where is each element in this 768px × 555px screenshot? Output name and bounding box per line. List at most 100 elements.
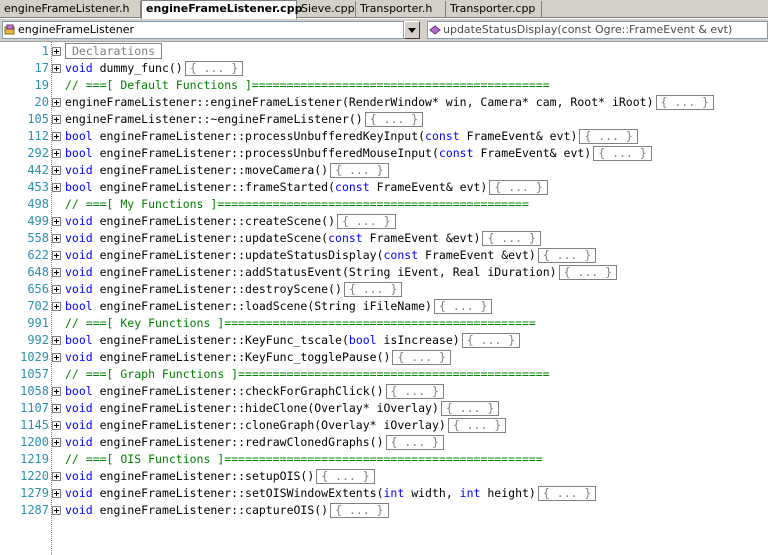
keyword: void	[65, 418, 93, 432]
keyword: const	[425, 129, 460, 143]
collapsed-block[interactable]: { ... }	[392, 350, 451, 365]
line-number: 558	[27, 231, 49, 245]
expand-outline-icon[interactable]	[52, 251, 61, 260]
tab-transporter-cpp[interactable]: Transporter.cpp	[446, 1, 542, 18]
line-number: 442	[27, 163, 49, 177]
code-text: void engineFrameListener::redrawClonedGr…	[65, 434, 444, 451]
function-signature: height)	[480, 486, 536, 500]
code-line: 499 void engineFrameListener::createScene…	[0, 213, 768, 230]
function-signature: FrameEvent &evt)	[418, 248, 536, 262]
collapsed-block[interactable]: { ... }	[364, 112, 424, 127]
line-number: 991	[27, 316, 49, 330]
expand-outline-icon[interactable]	[52, 268, 61, 277]
expand-outline-icon[interactable]	[52, 336, 61, 345]
section-comment: // ===[ Default Functions ]=============…	[65, 78, 550, 92]
expand-outline-icon[interactable]	[52, 404, 61, 413]
function-signature: width,	[404, 486, 460, 500]
line-number: 622	[27, 248, 49, 262]
collapsed-block[interactable]: { ... }	[316, 469, 375, 484]
expand-outline-icon[interactable]	[52, 217, 61, 226]
expand-outline-icon[interactable]	[52, 387, 61, 396]
member-combobox[interactable]: updateStatusDisplay(const Ogre::FrameEve…	[427, 21, 768, 39]
code-text: // ===[ Graph Functions ]===============…	[65, 366, 550, 383]
keyword: bool	[65, 180, 93, 194]
class-combo-value: engineFrameListener	[18, 23, 135, 36]
expand-outline-icon[interactable]	[52, 115, 61, 124]
collapsed-block[interactable]: { ... }	[385, 435, 444, 450]
expand-outline-icon[interactable]	[52, 47, 61, 56]
class-combobox[interactable]: engineFrameListener	[2, 21, 404, 39]
keyword: const	[438, 146, 474, 160]
collapsed-block[interactable]: { ... }	[385, 384, 444, 399]
line-number: 453	[27, 180, 49, 194]
expand-outline-icon[interactable]	[52, 132, 61, 141]
expand-outline-icon[interactable]	[52, 506, 61, 515]
expand-outline-icon[interactable]	[52, 166, 61, 175]
expand-outline-icon[interactable]	[52, 183, 61, 192]
keyword: void	[65, 163, 93, 177]
tab-transporter-h[interactable]: Transporter.h	[356, 1, 446, 18]
expand-outline-icon[interactable]	[52, 421, 61, 430]
code-line: 1107 void engineFrameListener::hideClone(…	[0, 400, 768, 417]
function-signature: engineFrameListener::KeyFunc_togglePause…	[92, 350, 391, 364]
expand-outline-icon[interactable]	[52, 353, 61, 362]
code-text: engineFrameListener::~engineFrameListene…	[65, 111, 424, 128]
function-signature: engineFrameListener::updateStatusDisplay…	[92, 248, 384, 262]
expand-outline-icon[interactable]	[52, 302, 61, 311]
collapsed-block[interactable]: { ... }	[330, 503, 389, 518]
code-text: bool engineFrameListener::processUnbuffe…	[65, 145, 652, 162]
code-text: // ===[ Key Functions ]=================…	[65, 315, 536, 332]
code-text: void engineFrameListener::hideClone(Over…	[65, 400, 500, 417]
expand-outline-icon[interactable]	[52, 285, 61, 294]
collapsed-block[interactable]: { ... }	[593, 146, 652, 161]
collapsed-block[interactable]: { ... }	[537, 486, 597, 501]
expand-outline-icon[interactable]	[52, 98, 61, 107]
collapsed-block[interactable]: { ... }	[482, 231, 541, 246]
function-signature: FrameEvent& evt)	[369, 180, 488, 194]
code-line: 1219 // ===[ OIS Functions ]=============…	[0, 451, 768, 468]
keyword: void	[65, 282, 93, 296]
tab-engineframelistener-cpp[interactable]: engineFrameListener.cpp	[141, 0, 302, 19]
code-line: 1058 bool engineFrameListener::checkForGr…	[0, 383, 768, 400]
collapsed-block[interactable]: { ... }	[440, 401, 500, 416]
code-text: void engineFrameListener::setOISWindowEx…	[65, 485, 597, 502]
expand-outline-icon[interactable]	[52, 149, 61, 158]
navigation-bar: engineFrameListener updateStatusDisplay(…	[0, 19, 768, 42]
function-signature: engineFrameListener::createScene()	[92, 214, 336, 228]
expand-outline-icon[interactable]	[52, 64, 61, 73]
collapsed-block[interactable]: { ... }	[337, 214, 396, 229]
method-icon	[429, 25, 441, 35]
expand-outline-icon[interactable]	[52, 438, 61, 447]
code-line: 19 // ===[ Default Functions ]===========…	[0, 77, 768, 94]
code-editor[interactable]: 1 Declarations 17 void dummy_func(){ ... } 1…	[0, 42, 768, 555]
collapsed-block[interactable]: { ... }	[489, 180, 548, 195]
line-number: 292	[27, 146, 49, 160]
expand-outline-icon[interactable]	[52, 489, 61, 498]
section-comment: // ===[ OIS Functions ]=================…	[65, 452, 543, 466]
collapsed-block[interactable]: { ... }	[184, 61, 244, 76]
collapsed-block[interactable]: { ... }	[461, 333, 521, 348]
line-number: 1220	[20, 469, 49, 483]
chevron-down-icon[interactable]	[404, 21, 420, 39]
collapsed-block[interactable]: { ... }	[433, 299, 493, 314]
collapsed-block[interactable]: { ... }	[579, 129, 638, 144]
collapsed-region-declarations[interactable]: Declarations	[65, 43, 163, 59]
tab-engineframelistener-h[interactable]: engineFrameListener.h	[0, 1, 141, 18]
expand-outline-icon[interactable]	[52, 234, 61, 243]
collapsed-block[interactable]: { ... }	[558, 265, 618, 280]
code-line: 112 bool engineFrameListener::processUnbu…	[0, 128, 768, 145]
tab-sieve-cpp[interactable]: Sieve.cpp	[297, 1, 356, 18]
collapsed-block[interactable]: { ... }	[330, 163, 389, 178]
collapsed-block[interactable]: { ... }	[447, 418, 507, 433]
collapsed-block[interactable]: { ... }	[655, 95, 714, 110]
code-line: 558 void engineFrameListener::updateScene…	[0, 230, 768, 247]
expand-outline-icon[interactable]	[52, 472, 61, 481]
code-text: Declarations	[65, 43, 163, 60]
section-comment: // ===[ Key Functions ]=================…	[65, 316, 536, 330]
line-number: 1	[41, 44, 49, 58]
collapsed-block[interactable]: { ... }	[343, 282, 403, 297]
code-text: void engineFrameListener::updateScene(co…	[65, 230, 541, 247]
keyword: void	[65, 265, 93, 279]
collapsed-block[interactable]: { ... }	[537, 248, 597, 263]
line-number: 19	[34, 78, 49, 92]
